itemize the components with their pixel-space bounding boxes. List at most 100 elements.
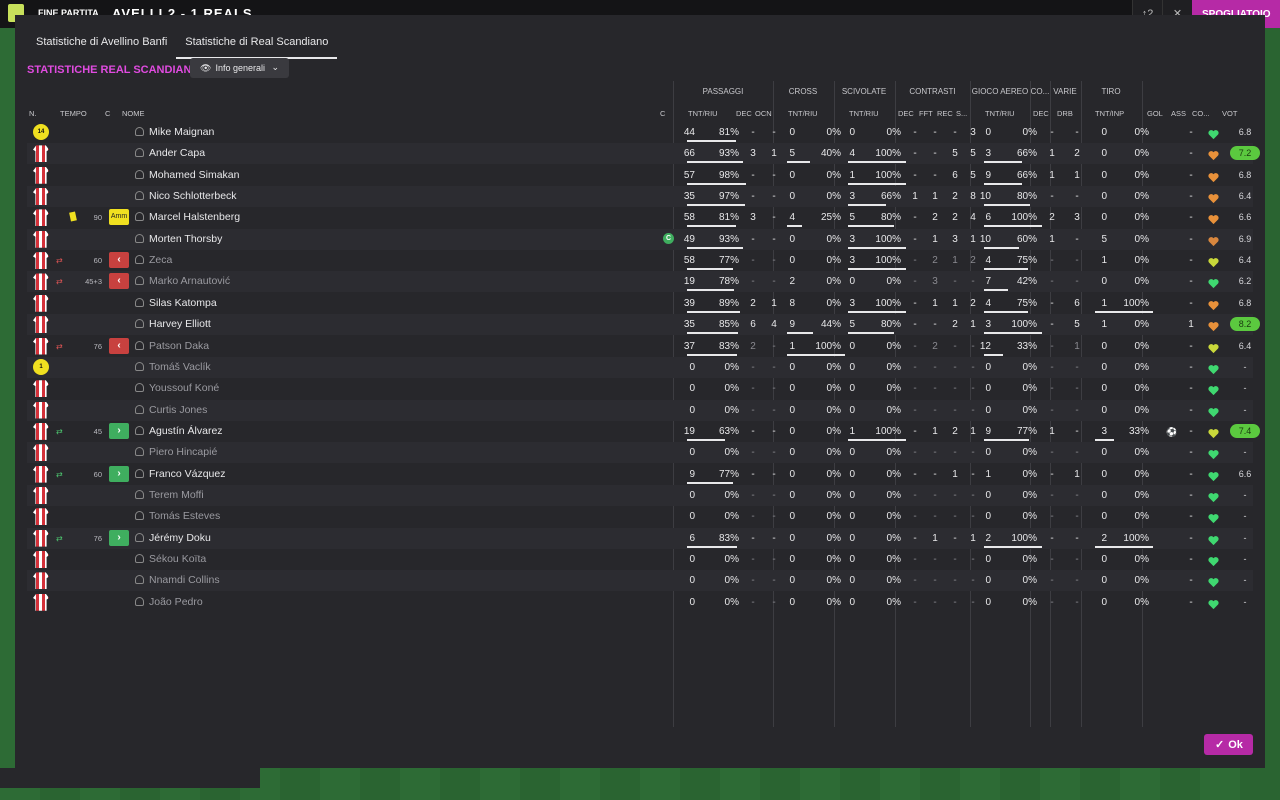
table-row[interactable]: ⇄ 60 › Franco Vázquez 9 77% - -0 0% 0 0% - -1-1 0% -1 0…: [27, 464, 1253, 485]
player-rating: -: [1243, 447, 1247, 458]
col-gol[interactable]: GOL: [1147, 109, 1163, 118]
table-row[interactable]: Youssouf Koné 0 0% - -0 0% 0 0% - - - -0 0% - -0 0% - -: [27, 378, 1253, 399]
tiro-percent: 0%: [1134, 554, 1149, 565]
player-name[interactable]: Silas Katompa: [135, 297, 217, 309]
sub-in-badge[interactable]: ›: [109, 422, 129, 439]
player-name[interactable]: Patson Daka: [135, 340, 209, 352]
col-co2[interactable]: CO...: [1192, 109, 1210, 118]
pass-percent: 0%: [724, 596, 739, 608]
col-pass-dec[interactable]: DEC: [736, 109, 752, 118]
player-rating: 6.6: [1238, 212, 1252, 223]
table-row[interactable]: Sékou Koïta 0 0% - -0 0% 0 0% - - - -0 0% - -0 0% - -: [27, 549, 1253, 570]
table-row[interactable]: ⇄ 60 ‹ Zeca 58 77% - -0 0% 3 100% -2 1 2 4 75% - -1 0% -6.4: [27, 250, 1253, 271]
table-row[interactable]: João Pedro 0 0% - -0 0% 0 0% - - - -0 0% - -0 0% - -: [27, 592, 1253, 613]
cross-attempts: 0: [789, 404, 795, 416]
player-name[interactable]: Franco Vázquez: [135, 468, 225, 480]
player-name[interactable]: Youssouf Koné: [135, 382, 219, 394]
col-tiro-tnt-inp[interactable]: TNT/INP: [1095, 109, 1124, 118]
sub-out-icon: ⇄: [56, 341, 63, 351]
table-row[interactable]: 14 Mike Maignan 44 81% - -0 0% 0 0% - - -3 0 0% - -0 0% -…: [27, 122, 1253, 143]
player-rating: -: [1243, 554, 1247, 564]
col-vot[interactable]: VOT: [1222, 109, 1237, 118]
player-name[interactable]: Curtis Jones: [135, 404, 207, 416]
player-name[interactable]: Sékou Koïta: [135, 553, 206, 565]
player-name[interactable]: Morten Thorsby: [135, 233, 222, 245]
col-c2[interactable]: C: [660, 109, 665, 118]
table-row[interactable]: 1 Tomáš Vaclík 0 0% - -0 0% 0 0% - - - -0 0% - -0 0% - -: [27, 356, 1253, 378]
table-row[interactable]: Tomás Esteves 0 0% - -0 0% 0 0% - - - -0 0% - -0 0% - -: [27, 506, 1253, 527]
view-dropdown[interactable]: 👁 Info generali ⌄: [190, 58, 289, 78]
person-icon: [135, 255, 144, 265]
table-row[interactable]: Terem Moffi 0 0% - -0 0% 0 0% - - - -0 0% - -0 0% - -: [27, 484, 1253, 506]
player-name[interactable]: Terem Moffi: [135, 489, 204, 501]
player-name[interactable]: Nnamdi Collins: [135, 574, 220, 586]
col-aereo-tnt-riu[interactable]: TNT/RIU: [985, 109, 1015, 118]
col-con-s[interactable]: S...: [956, 109, 967, 118]
table-row[interactable]: 90 Amm Marcel Halstenberg 58 81% 3-4 25% 5 80% -2…: [27, 207, 1253, 228]
table-row[interactable]: Curtis Jones 0 0% - -0 0% 0 0% - - - -0 0% - -0 0% - -: [27, 399, 1253, 421]
tiro-attempts: 0: [1101, 383, 1107, 395]
col-con-fft[interactable]: FFT: [919, 109, 933, 118]
table-row[interactable]: ⇄ 76 ‹ Patson Daka 37 83% 2-1 100% 0 0% -2- -12 33% -…: [27, 336, 1253, 357]
col-nome[interactable]: NOME: [122, 109, 145, 118]
sciv-bar: [848, 310, 906, 313]
player-name[interactable]: Marcel Halstenberg: [135, 211, 240, 223]
sub-in-badge[interactable]: ›: [109, 465, 129, 482]
player-name[interactable]: Tomáš Vaclík: [135, 361, 211, 373]
stats-dialog: Statistiche di Avellino Banfi Statistich…: [15, 15, 1265, 768]
con-fft: -: [933, 447, 937, 459]
player-name[interactable]: João Pedro: [135, 596, 203, 608]
sub-out-badge[interactable]: ‹: [109, 273, 129, 290]
col-sciv-tnt-riu[interactable]: TNT/RIU: [849, 109, 879, 118]
player-name[interactable]: Zeca: [135, 254, 172, 266]
col-cross-tnt-riu[interactable]: TNT/RIU: [788, 109, 818, 118]
col-ass[interactable]: ASS: [1171, 109, 1186, 118]
player-name[interactable]: Harvey Elliott: [135, 318, 211, 330]
table-row[interactable]: Piero Hincapié 0 0% - -0 0% 0 0% - - - -0 0% - -0 0% - -: [27, 442, 1253, 464]
sub-out-badge[interactable]: ‹: [109, 337, 129, 354]
table-row[interactable]: Nico Schlotterbeck 35 97% - -0 0% 3 66% 1 1 2 8 10 80…: [27, 186, 1253, 208]
table-row[interactable]: ⇄ 45+3 ‹ Marko Arnautović 19 78% - -2 0% 0 0% -3- -7…: [27, 271, 1253, 293]
table-row[interactable]: Morten Thorsby C 49 93% - -0 0% 3 100% -1 3 1 10 60% 1…: [27, 228, 1253, 250]
col-pass-tnt-riu[interactable]: TNT/RIU: [688, 109, 718, 118]
table-row[interactable]: Ander Capa 66 93% 3 1 5 40% 4 100% - -5 5 3 66% 1 2 0 0% -…: [27, 143, 1260, 165]
check-icon: ✓: [1215, 739, 1225, 751]
tab-home-stats[interactable]: Statistiche di Avellino Banfi: [27, 29, 176, 59]
table-row[interactable]: Harvey Elliott 35 85% 6 4 9 44% 5 80% - -2 1 3 100% -5…: [27, 314, 1260, 336]
table-row[interactable]: Mohamed Simakan 57 98% - -0 0% 1 100% - -6 5 9 66% 1 1…: [27, 165, 1253, 186]
sub-in-badge[interactable]: ›: [109, 529, 129, 546]
ok-button[interactable]: ✓ Ok: [1204, 734, 1253, 755]
col-varie-drb[interactable]: DRB: [1057, 109, 1073, 118]
condition-heart-icon: [1208, 511, 1219, 524]
table-row[interactable]: ⇄ 76 › Jérémy Doku 6 83% - -0 0% 0 0% -1-1 2 100% - -2 1…: [27, 527, 1253, 549]
col-con-rec[interactable]: REC: [937, 109, 953, 118]
pass-percent: 0%: [724, 511, 739, 523]
player-name[interactable]: Marko Arnautović: [135, 275, 230, 287]
col-n[interactable]: N.: [29, 109, 37, 118]
goalkeeper-kit-icon: 14: [33, 124, 49, 140]
player-name[interactable]: Tomás Esteves: [135, 510, 220, 522]
player-name[interactable]: Piero Hincapié: [135, 446, 217, 458]
col-c[interactable]: C: [105, 109, 110, 118]
player-name[interactable]: Mike Maignan: [135, 126, 214, 138]
table-row[interactable]: ⇄ 45 › Agustín Álvarez 19 63% - -0 0% 1 100% -1 2 1 9 7…: [27, 421, 1260, 442]
drb: 1: [1074, 340, 1080, 352]
col-con-dec[interactable]: DEC: [898, 109, 914, 118]
col-tempo[interactable]: TEMPO: [60, 109, 87, 118]
player-name[interactable]: Mohamed Simakan: [135, 169, 239, 181]
sub-out-badge[interactable]: ‹: [109, 252, 129, 269]
player-name[interactable]: Nico Schlotterbeck: [135, 190, 237, 202]
player-name[interactable]: Ander Capa: [135, 147, 205, 159]
con-fft: 2: [932, 340, 938, 352]
player-name[interactable]: Agustín Álvarez: [135, 425, 223, 437]
sciv-percent: 0%: [886, 575, 901, 587]
drb: 3: [1074, 212, 1080, 224]
table-row[interactable]: Silas Katompa 39 89% 2 1 8 0% 3 100% -1 1 2 4 75% -6 1 1…: [27, 293, 1253, 314]
col-pass-ocn[interactable]: OCN: [755, 109, 772, 118]
col-co-dec[interactable]: DEC: [1033, 109, 1049, 118]
tab-away-stats[interactable]: Statistiche di Real Scandiano: [176, 29, 338, 59]
player-name-text: Mohamed Simakan: [149, 168, 240, 181]
sciv-attempts: 0: [849, 511, 855, 523]
player-name[interactable]: Jérémy Doku: [135, 532, 211, 544]
table-row[interactable]: Nnamdi Collins 0 0% - -0 0% 0 0% - - - -0 0% - -0 0% - -: [27, 570, 1253, 592]
